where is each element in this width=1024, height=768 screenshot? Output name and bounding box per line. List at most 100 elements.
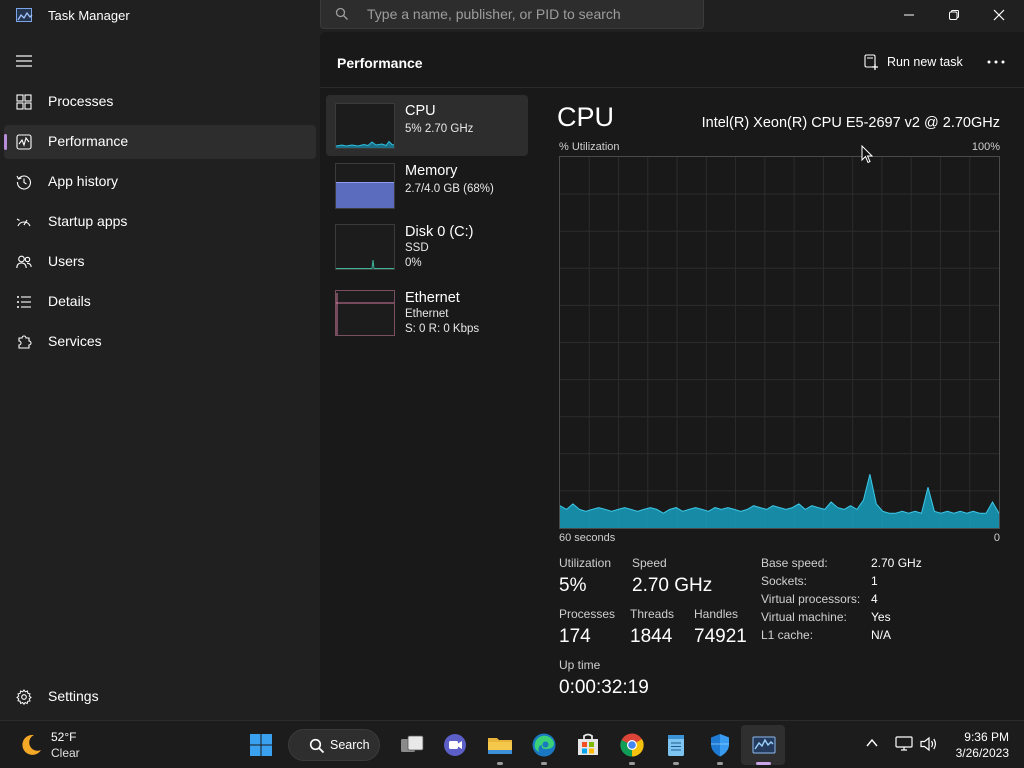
cpu-model-name: Intel(R) Xeon(R) CPU E5-2697 v2 @ 2.70GH…: [701, 115, 1000, 131]
page-title: Performance: [337, 55, 423, 71]
running-indicator: [497, 762, 503, 765]
speed-value: 2.70 GHz: [632, 575, 713, 596]
spec-key: L1 cache:: [761, 628, 814, 642]
handles-value: 74921: [694, 626, 747, 647]
page-header: Performance Run new task: [320, 32, 1024, 88]
sidebar-item-performance[interactable]: Performance: [4, 125, 316, 159]
run-new-task-label: Run new task: [887, 55, 963, 69]
chat-icon[interactable]: [441, 731, 469, 759]
sidebar-item-processes[interactable]: Processes: [4, 85, 316, 119]
edge-icon[interactable]: [530, 731, 558, 759]
spec-value: 1: [871, 574, 878, 588]
processes-label: Processes: [559, 607, 616, 621]
handles-label: Handles: [694, 607, 739, 621]
hamburger-menu-icon[interactable]: [16, 54, 32, 68]
processes-value: 174: [559, 626, 591, 647]
processes-grid-icon: [16, 94, 32, 110]
resource-detail: S: 0 R: 0 Kbps: [405, 323, 480, 335]
minimize-button[interactable]: [886, 0, 932, 30]
sidebar-item-label: Users: [48, 253, 85, 269]
uptime-value: 0:00:32:19: [559, 677, 649, 698]
utilization-value: 5%: [559, 575, 587, 596]
sidebar-item-users[interactable]: Users: [4, 245, 316, 279]
ethernet-thumbnail-graph: [335, 290, 395, 336]
history-clock-icon: [16, 175, 32, 190]
store-icon[interactable]: [574, 731, 602, 759]
active-app-indicator: [756, 762, 771, 765]
spec-value: Yes: [871, 610, 891, 624]
resource-detail: 2.7/4.0 GB (68%): [405, 183, 494, 195]
disk-thumbnail-graph: [335, 224, 395, 270]
close-button[interactable]: [976, 0, 1022, 30]
mouse-cursor-icon: [861, 145, 873, 164]
spec-key: Sockets:: [761, 574, 808, 588]
chevron-up-icon[interactable]: [865, 736, 879, 750]
spec-key: Virtual processors:: [761, 592, 861, 606]
utilization-axis-label: % Utilization: [559, 141, 620, 153]
weather-temperature: 52°F: [51, 730, 77, 744]
resource-name: CPU: [405, 103, 436, 119]
spec-key: Virtual machine:: [761, 610, 847, 624]
more-options-icon[interactable]: [984, 54, 1008, 70]
cpu-utilization-graph: [559, 156, 1000, 529]
services-puzzle-icon: [18, 335, 32, 349]
sidebar: Processes Performance App history Startu…: [0, 32, 320, 720]
settings-button[interactable]: Settings: [4, 680, 316, 714]
sidebar-item-services[interactable]: Services: [4, 325, 316, 359]
sidebar-item-label: Details: [48, 293, 91, 309]
sidebar-item-startup-apps[interactable]: Startup apps: [4, 205, 316, 239]
resource-item-ethernet[interactable]: Ethernet Ethernet S: 0 R: 0 Kbps: [326, 282, 528, 343]
taskbar-search-button[interactable]: Search: [288, 729, 380, 761]
graph-time-span-label: 60 seconds: [559, 532, 616, 544]
maximize-button[interactable]: [931, 0, 977, 30]
spec-value: N/A: [871, 628, 892, 642]
running-indicator: [629, 762, 635, 765]
settings-label: Settings: [48, 688, 99, 704]
search-placeholder: Type a name, publisher, or PID to search: [367, 6, 621, 22]
cpu-utilization-line: [559, 474, 1000, 514]
network-icon[interactable]: [895, 736, 913, 752]
running-indicator: [717, 762, 723, 765]
file-explorer-icon[interactable]: [486, 731, 514, 759]
defender-icon[interactable]: [706, 731, 734, 759]
clock-time[interactable]: 9:36 PM: [964, 730, 1009, 744]
clock-date[interactable]: 3/26/2023: [956, 746, 1009, 760]
search-input[interactable]: Type a name, publisher, or PID to search: [320, 0, 704, 29]
resource-name: Ethernet: [405, 290, 460, 306]
chrome-icon[interactable]: [618, 731, 646, 759]
volume-icon[interactable]: [920, 736, 938, 752]
notepad-icon[interactable]: [662, 731, 690, 759]
gear-icon: [16, 689, 32, 705]
running-indicator: [541, 762, 547, 765]
utilization-axis-max: 100%: [971, 141, 1000, 153]
app-title: Task Manager: [48, 8, 130, 23]
threads-label: Threads: [630, 607, 675, 621]
resource-item-disk[interactable]: Disk 0 (C:) SSD 0%: [326, 216, 528, 277]
memory-thumbnail-graph: [335, 163, 395, 209]
resource-detail: 5% 2.70 GHz: [405, 123, 474, 135]
task-manager-icon[interactable]: [750, 731, 778, 759]
task-view-icon[interactable]: [398, 731, 426, 759]
moon-weather-icon[interactable]: [19, 733, 43, 757]
start-icon[interactable]: [247, 731, 275, 759]
details-list-icon: [17, 296, 31, 308]
run-task-icon: [864, 54, 878, 70]
resource-item-cpu[interactable]: CPU 5% 2.70 GHz: [326, 95, 528, 156]
sidebar-item-label: App history: [48, 173, 119, 189]
main-panel: Performance Run new task CPU 5% 2.70 GHz…: [320, 32, 1024, 720]
restore-icon: [949, 10, 959, 20]
taskbar: 52°F Clear Search 9:36 PM 3/26/2023: [0, 720, 1024, 768]
resource-detail: Ethernet: [405, 308, 449, 320]
close-icon: [993, 9, 1005, 21]
resource-detail: 0%: [405, 257, 422, 269]
resource-detail: SSD: [405, 242, 429, 254]
graph-time-end-label: 0: [993, 532, 1000, 544]
uptime-label: Up time: [559, 658, 601, 672]
search-icon: [309, 738, 325, 754]
resource-item-memory[interactable]: Memory 2.7/4.0 GB (68%): [326, 155, 528, 216]
threads-value: 1844: [630, 626, 673, 647]
sidebar-item-details[interactable]: Details: [4, 285, 316, 319]
resource-name: Disk 0 (C:): [405, 224, 474, 240]
sidebar-item-app-history[interactable]: App history: [4, 165, 316, 199]
task-manager-app-icon: [16, 8, 33, 22]
